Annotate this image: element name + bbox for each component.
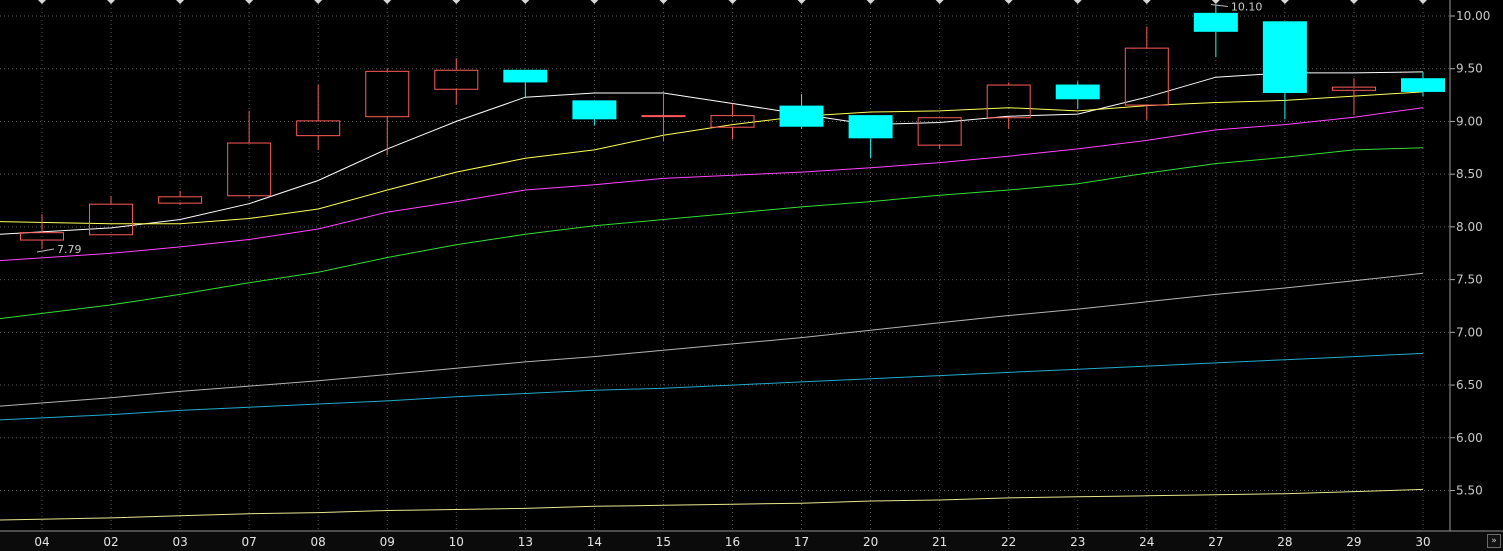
candle-body [779,105,824,127]
diamond-marker [107,0,116,4]
diamond-marker [1004,0,1013,4]
annotation-pointer [1210,3,1228,7]
diamond-marker [452,0,461,4]
y-tick-label: 10.00 [1456,9,1490,23]
x-tick-label: 23 [1070,535,1085,549]
diamond-marker [1073,0,1082,4]
annotation-pointer [36,248,55,253]
x-tick-label: 02 [103,535,118,549]
diamond-marker [935,0,944,4]
candle-body [434,69,479,90]
annotation-label: 7.79 [57,243,82,256]
x-tick-label: 09 [380,535,395,549]
y-tick-label: 9.00 [1456,114,1483,128]
diamond-marker [1211,0,1220,4]
ma-line-1 [0,71,1424,235]
ma-line-3 [0,107,1424,262]
x-tick-label: 16 [725,535,740,549]
candle-body [1401,78,1445,92]
diamond-marker [245,0,254,4]
annotation-label: 10.10 [1231,0,1263,13]
grid-lines [0,0,1450,531]
diamond-marker [728,0,737,4]
top-markers [38,0,1427,4]
diamond-marker [1280,0,1289,4]
y-tick-label: 8.50 [1456,167,1483,181]
x-tick-label: 28 [1277,535,1292,549]
y-tick-label: 7.50 [1456,273,1483,287]
x-tick-label: 15 [656,535,671,549]
y-tick-label: 9.50 [1456,62,1483,76]
ma-line-6 [0,352,1424,421]
diamond-marker [1142,0,1151,4]
candle-body [848,115,893,139]
x-tick-label: 30 [1415,535,1430,549]
diamond-marker [1419,0,1427,4]
diamond-marker [797,0,806,4]
ma-line-7 [0,488,1424,521]
x-tick-label: 17 [794,535,809,549]
candlestick-chart[interactable]: 7.79 10.10 10.00 9.50 9.00 8.50 8.00 7.50 7.00 6… [0,0,1503,551]
y-tick-label: 6.50 [1456,378,1483,392]
x-tick-label: 13 [518,535,533,549]
price-annotations: 7.79 10.10 [36,0,1263,256]
x-tick-label: 21 [932,535,947,549]
candle-body [365,70,410,118]
y-tick-label: 7.00 [1456,325,1483,339]
x-tick-label: 22 [1001,535,1016,549]
x-tick-label: 04 [34,535,49,549]
diamond-marker [38,0,46,4]
diamond-marker [590,0,599,4]
moving-average-lines [0,71,1424,521]
diamond-marker [1349,0,1358,4]
candle-body [1193,12,1238,32]
y-tick-label: 5.50 [1456,484,1483,498]
x-tick-label: 14 [587,535,602,549]
y-tick-label: 8.00 [1456,220,1483,234]
candle-body [641,115,686,118]
x-tick-label: 10 [449,535,464,549]
ma-line-4 [0,147,1424,320]
diamond-marker [176,0,185,4]
x-tick-label: 07 [242,535,257,549]
candle-body [158,196,203,204]
candle-body [572,100,617,120]
x-tick-label: 27 [1208,535,1223,549]
diamond-marker [659,0,668,4]
diamond-marker [314,0,323,4]
candle-body [227,142,272,197]
diamond-marker [521,0,530,4]
x-tick-label: 29 [1346,535,1361,549]
diamond-marker [866,0,875,4]
x-tick-label: 08 [311,535,326,549]
diamond-marker [383,0,392,4]
x-tick-label: 24 [1139,535,1154,549]
candle-body [1262,21,1307,93]
candle-body [503,69,548,83]
ma-line-2 [0,91,1424,225]
candle-body [1055,84,1100,100]
y-tick-label: 6.00 [1456,431,1483,445]
scroll-right-button[interactable]: » [1487,534,1501,548]
x-tick-label: 20 [863,535,878,549]
x-tick-label: 03 [172,535,187,549]
